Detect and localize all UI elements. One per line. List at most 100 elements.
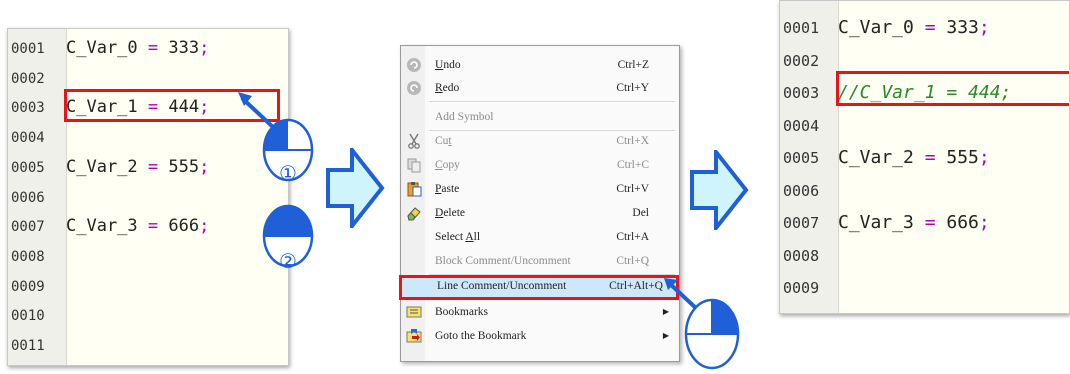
line-number: 0007 <box>11 219 45 236</box>
code-line[interactable]: 0007 C_Var_3 = 666; <box>780 212 990 234</box>
menu-item-shortcut: Ctrl+C <box>616 159 649 171</box>
code-token: 333 <box>935 17 979 38</box>
menu-item-shortcut: Del <box>632 207 649 219</box>
code-token: = <box>924 17 936 38</box>
step-menu-callout <box>664 278 740 370</box>
code-token: ; <box>199 216 210 237</box>
code-token: ; <box>978 147 990 168</box>
line-number: 0006 <box>783 181 820 200</box>
line-number: 0002 <box>783 51 820 70</box>
paste-icon <box>406 181 422 197</box>
code-token: 555 <box>935 147 979 168</box>
menu-item-select-all[interactable]: Select All Ctrl+A <box>401 226 679 248</box>
bookmark-icon <box>406 304 422 320</box>
code-token: 666 <box>158 216 200 237</box>
goto-bookmark-icon <box>406 328 422 344</box>
context-menu[interactable]: Undo Ctrl+Z Redo Ctrl+Y Add Symbol Cut Ctrl+X C… <box>399 45 680 362</box>
code-text: C_Var_2 = 555; <box>838 147 990 168</box>
line-number: 0009 <box>11 278 45 295</box>
code-line[interactable]: 0006 <box>780 180 838 202</box>
code-line[interactable]: 0002 <box>780 50 838 72</box>
line-number: 0002 <box>11 70 45 87</box>
line-number: 0005 <box>11 159 45 176</box>
code-text: C_Var_0 = 333; <box>838 17 990 38</box>
code-line[interactable]: 0009 <box>8 275 66 297</box>
menu-item-cut[interactable]: Cut Ctrl+X <box>401 130 679 152</box>
code-token: C_Var_0 <box>838 17 925 38</box>
menu-item-goto-the-bookmark[interactable]: Goto the Bookmark ▶ <box>401 325 679 347</box>
code-token: ; <box>978 17 990 38</box>
menu-item-label: Undo <box>435 59 461 71</box>
code-line[interactable]: 0001 C_Var_0 = 333; <box>780 17 990 39</box>
left-code-editor[interactable]: 0001 C_Var_0 = 333; 0002 0003 C_Var_1 = 444;… <box>7 28 289 366</box>
code-line[interactable]: 0007 C_Var_3 = 666; <box>8 215 209 237</box>
code-token: 666 <box>935 212 979 233</box>
line-comment-highlight <box>399 275 679 300</box>
line-number: 0004 <box>11 130 45 147</box>
eraser-icon <box>406 205 422 221</box>
code-text: C_Var_0 = 333; <box>66 38 209 58</box>
line-number: 0008 <box>11 248 45 265</box>
undo-icon <box>406 57 422 73</box>
code-token: = <box>147 38 159 58</box>
line-number: 0004 <box>783 116 820 135</box>
step-2-number: ② <box>279 249 297 273</box>
menu-item-shortcut: Ctrl+Q <box>616 255 649 267</box>
menu-item-shortcut: Ctrl+Y <box>616 82 649 94</box>
code-token: C_Var_2 <box>838 147 925 168</box>
line-number: 0001 <box>783 19 820 37</box>
code-token: C_Var_2 <box>66 156 148 177</box>
code-token: 333 <box>158 38 200 58</box>
code-line[interactable]: 0004 <box>780 115 838 137</box>
code-line[interactable]: 0008 <box>780 245 838 267</box>
menu-item-delete[interactable]: Delete Del <box>401 202 679 224</box>
menu-item-shortcut: Ctrl+V <box>616 183 649 195</box>
code-line[interactable]: 0008 <box>8 245 66 267</box>
menu-item-bookmarks[interactable]: Bookmarks ▶ <box>401 301 679 323</box>
line-number: 0001 <box>11 41 45 57</box>
code-line[interactable]: 0009 <box>780 277 838 299</box>
scissors-icon <box>406 133 422 149</box>
code-token: ; <box>199 38 210 58</box>
menu-item-undo[interactable]: Undo Ctrl+Z <box>401 54 679 76</box>
code-line[interactable]: 0004 <box>8 126 66 148</box>
line-number: 0005 <box>783 149 820 167</box>
code-token: ; <box>978 212 990 233</box>
menu-item-shortcut: Ctrl+X <box>616 135 649 147</box>
code-line[interactable]: 0011 <box>8 334 66 356</box>
menu-separator <box>429 101 675 102</box>
line-number: 0008 <box>783 246 820 265</box>
menu-item-label: Add Symbol <box>435 111 494 123</box>
copy-icon <box>406 157 422 173</box>
menu-item-label: Redo <box>435 82 460 94</box>
step-1-callout: ① <box>238 92 314 185</box>
line-number: 0003 <box>11 100 45 117</box>
code-token: = <box>924 147 936 168</box>
code-token: C_Var_3 <box>838 212 925 233</box>
menu-item-label: Paste <box>435 183 460 195</box>
step-1-number: ① <box>279 161 297 185</box>
code-line[interactable]: 0002 <box>8 67 66 89</box>
code-token: = <box>147 216 159 237</box>
line-number: 0009 <box>783 279 820 297</box>
line-number: 0011 <box>11 338 45 354</box>
code-line[interactable]: 0005 C_Var_2 = 555; <box>8 156 209 178</box>
menu-item-label: Block Comment/Uncomment <box>435 255 571 267</box>
right-code-editor[interactable]: 0001 C_Var_0 = 333; 0002 0003//C_Var_1 = 44… <box>779 0 1070 314</box>
code-token: C_Var_0 <box>66 38 148 58</box>
menu-item-redo[interactable]: Redo Ctrl+Y <box>401 77 679 99</box>
code-line[interactable]: 0010 <box>8 304 66 326</box>
code-token: ; <box>199 156 210 177</box>
code-text: C_Var_3 = 666; <box>838 212 990 233</box>
code-line[interactable]: 0001 C_Var_0 = 333; <box>8 37 209 59</box>
code-line[interactable]: 0005 C_Var_2 = 555; <box>780 147 990 169</box>
commented-line-highlight <box>836 71 1069 106</box>
menu-item-copy[interactable]: Copy Ctrl+C <box>401 154 679 176</box>
menu-item-shortcut: Ctrl+Z <box>617 59 649 71</box>
menu-item-add-symbol[interactable]: Add Symbol <box>401 106 679 128</box>
code-line[interactable]: 0006 <box>8 186 66 208</box>
step-2-callout: ② <box>262 204 314 273</box>
menu-item-label: Bookmarks <box>435 306 489 318</box>
menu-item-block-comment-uncomment[interactable]: Block Comment/Uncomment Ctrl+Q <box>401 250 679 272</box>
menu-item-paste[interactable]: Paste Ctrl+V <box>401 178 679 200</box>
